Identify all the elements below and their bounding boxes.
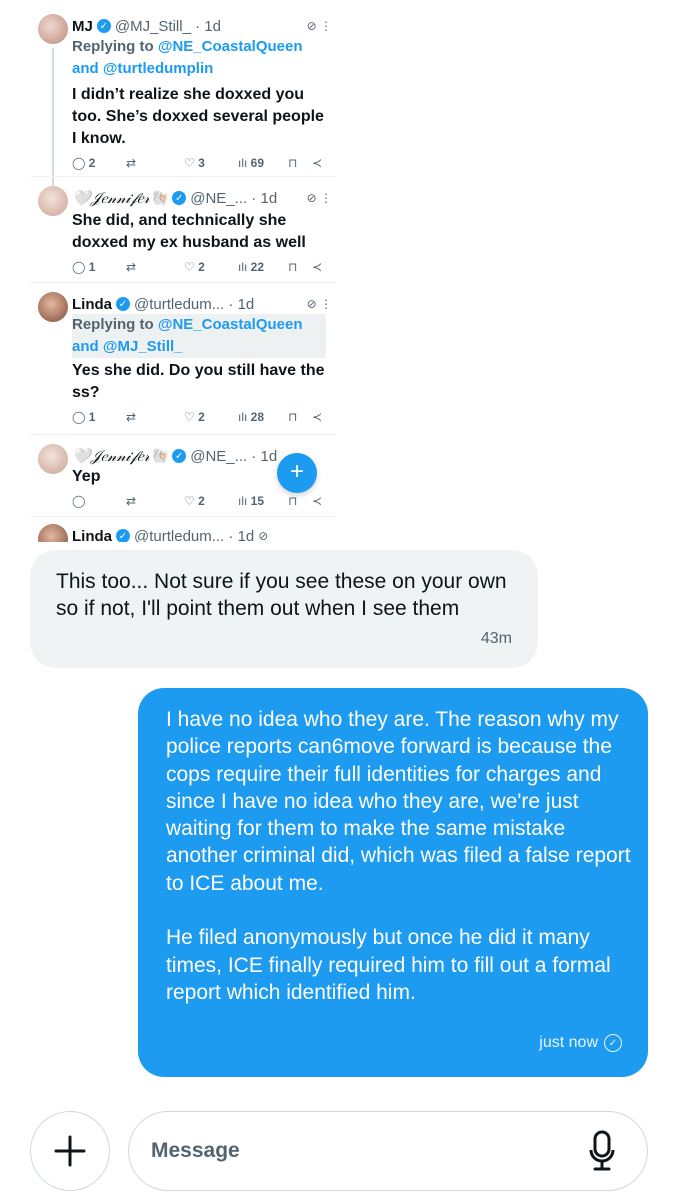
divider	[30, 516, 336, 517]
grok-icon: ⊘ ⋮	[306, 191, 332, 205]
outgoing-message[interactable]: I have no idea who they are. The reason …	[138, 688, 648, 1077]
tweet-text: She did, and technically she doxxed my e…	[72, 212, 306, 251]
retweet-icon: ⇄	[126, 156, 137, 170]
divider	[30, 176, 336, 177]
author-name: Linda	[72, 527, 112, 543]
message-placeholder: Message	[151, 1139, 240, 1162]
message-input[interactable]: Message	[128, 1111, 648, 1191]
reply-count: ◯ 1	[72, 260, 96, 274]
author-name: 🤍𝒥𝑒𝓃𝓃𝒾𝒻𝑒𝓇🐚	[72, 190, 169, 207]
tweet-text: Yes she did. Do you still have the ss?	[72, 362, 325, 401]
grok-icon: ⊘ ⋮	[306, 297, 332, 311]
verified-badge-icon: ✓	[172, 191, 187, 205]
sent-check-icon: ✓	[604, 1034, 622, 1052]
replying-to: Replying to @NE_CoastalQueenand @turtled…	[72, 36, 332, 80]
incoming-message[interactable]: This too... Not sure if you see these on…	[30, 550, 538, 668]
reply-joiner: and	[72, 60, 103, 77]
like-count: ♡ 2	[184, 494, 205, 508]
tweet-actions: ◯ ⇄ ♡ 2 ılı 15 ⊓ ≺	[72, 494, 330, 512]
thread-connector	[52, 48, 54, 188]
bookmark-icon: ⊓	[288, 494, 298, 508]
bookmark-icon: ⊓	[288, 156, 298, 170]
tweet-header: MJ ✓ @MJ_Still_ · 1d ⊘ ⋮	[72, 16, 332, 36]
message-timestamp: just now	[539, 1034, 598, 1051]
author-handle: @turtledum... · 1d	[134, 295, 255, 313]
message-timestamp: 43m	[480, 630, 512, 647]
verified-badge-icon: ✓	[172, 449, 187, 463]
add-attachment-button[interactable]	[30, 1111, 110, 1191]
compose-fab-icon: +	[277, 453, 317, 493]
share-icon: ≺	[312, 156, 323, 170]
reply-mention: @turtledumplin	[102, 60, 214, 77]
reply-mention: @NE_CoastalQueen	[157, 38, 303, 55]
share-icon: ≺	[312, 410, 323, 424]
message-text: I have no idea who they are. The reason …	[166, 708, 631, 1004]
retweet-icon: ⇄	[126, 260, 137, 274]
avatar	[38, 524, 68, 542]
view-count: ılı 22	[238, 260, 265, 274]
reply-prefix: Replying to	[72, 316, 158, 333]
like-count: ♡ 2	[184, 410, 205, 424]
reply-count: ◯ 2	[72, 156, 96, 170]
like-count: ♡ 2	[184, 260, 205, 274]
author-name: MJ	[72, 17, 93, 35]
tweet-actions: ◯ 2 ⇄ ♡ 3 ılı 69 ⊓ ≺	[72, 156, 330, 174]
verified-badge-icon: ✓	[116, 529, 130, 542]
retweet-icon: ⇄	[126, 494, 137, 508]
avatar	[38, 444, 68, 474]
grok-icon: ⊘	[258, 529, 269, 542]
retweet-icon: ⇄	[126, 410, 137, 424]
reply-mention: @NE_CoastalQueen	[157, 316, 303, 333]
share-icon: ≺	[312, 260, 323, 274]
author-handle: @turtledum... · 1d	[134, 527, 255, 543]
plus-icon	[54, 1135, 86, 1167]
message-text: This too... Not sure if you see these on…	[56, 570, 507, 620]
verified-badge-icon: ✓	[96, 19, 111, 33]
verified-badge-icon: ✓	[116, 297, 130, 311]
avatar	[38, 292, 68, 322]
grok-icon: ⊘ ⋮	[306, 19, 332, 33]
author-handle: @NE_... · 1d	[190, 189, 278, 207]
reply-mention: @MJ_Still_	[102, 338, 183, 355]
reply-joiner: and	[72, 338, 103, 355]
bookmark-icon: ⊓	[288, 260, 298, 274]
author-name: Linda	[72, 295, 112, 313]
view-count: ılı 69	[238, 156, 265, 170]
view-count: ılı 15	[238, 494, 265, 508]
microphone-icon[interactable]	[589, 1130, 615, 1172]
tweet-linda: Linda ✓ @turtledum... · 1d ⊘ ⋮ Replying …	[30, 292, 336, 428]
like-count: ♡ 3	[184, 156, 205, 170]
tweet-text: I didn’t realize she doxxed you too. She…	[72, 86, 324, 147]
reply-icon: ◯	[72, 494, 86, 508]
avatar	[38, 14, 68, 44]
tweet-jennifer: 🤍𝒥𝑒𝓃𝓃𝒾𝒻𝑒𝓇🐚 ✓ @NE_... · 1d ⊘ ⋮ She did, a…	[30, 186, 336, 276]
reply-prefix: Replying to	[72, 38, 158, 55]
share-icon: ≺	[312, 494, 323, 508]
tweet-header: Linda ✓ @turtledum... · 1d ⊘ ⋮	[72, 294, 332, 314]
author-handle: @NE_... · 1d	[190, 447, 278, 465]
tweet-mj: MJ ✓ @MJ_Still_ · 1d ⊘ ⋮ Replying to @NE…	[30, 14, 336, 188]
tweet-actions: ◯ 1 ⇄ ♡ 2 ılı 22 ⊓ ≺	[72, 260, 330, 278]
view-count: ılı 28	[238, 410, 265, 424]
tweet-header: 🤍𝒥𝑒𝓃𝓃𝒾𝒻𝑒𝓇🐚 ✓ @NE_... · 1d ⊘ ⋮	[72, 188, 332, 208]
avatar	[38, 186, 68, 216]
message-status: just now ✓	[539, 1034, 622, 1052]
reply-count: ◯ 1	[72, 410, 96, 424]
author-name: 🤍𝒥𝑒𝓃𝓃𝒾𝒻𝑒𝓇🐚	[72, 448, 169, 465]
tweet-actions: ◯ 1 ⇄ ♡ 2 ılı 28 ⊓ ≺	[72, 410, 330, 428]
bookmark-icon: ⊓	[288, 410, 298, 424]
author-handle: @MJ_Still_ · 1d	[114, 17, 221, 35]
shared-thread-image[interactable]: MJ ✓ @MJ_Still_ · 1d ⊘ ⋮ Replying to @NE…	[30, 0, 336, 542]
tweet-linda-2: Linda ✓ @turtledum... · 1d ⊘	[30, 524, 336, 542]
divider	[30, 282, 336, 283]
tweet-header: Linda ✓ @turtledum... · 1d ⊘	[72, 526, 332, 542]
replying-to: Replying to @NE_CoastalQueenand @MJ_Stil…	[72, 314, 326, 358]
divider	[30, 434, 336, 435]
